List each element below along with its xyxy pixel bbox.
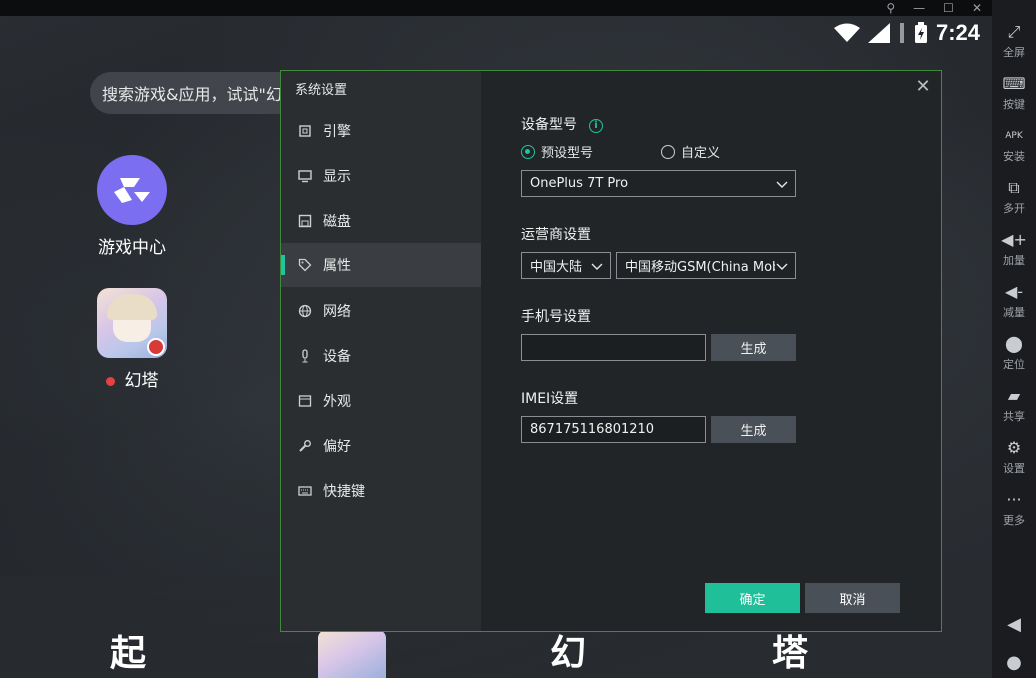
minimize-icon[interactable]: — [913,2,925,14]
device-model-select[interactable]: OnePlus 7T Pro [521,170,796,197]
country-select[interactable]: 中国大陆 [521,252,611,279]
menu-item-disk[interactable]: 磁盘 [281,199,481,243]
volume-down-icon: ◀- [1004,282,1024,301]
keyboard-icon [297,483,313,499]
phone-label: 手机号设置 [521,309,591,325]
new-indicator-dot [105,376,115,386]
sidebar-item-location[interactable]: ⬤ 定位 [992,334,1036,372]
maximize-icon[interactable]: ☐ [943,2,954,14]
battery-icon [914,22,927,43]
keyboard-icon: ⌨ [1002,74,1026,93]
menu-item-engine[interactable]: 引擎 [281,109,481,153]
multi-instance-icon: ⧉ [1008,178,1020,197]
dialog-title: 系统设置 [295,83,348,98]
status-bar: 7:24 [833,20,980,46]
app-label: 幻塔 [82,366,182,391]
home-nav-icon[interactable]: ● [992,652,1036,673]
sidebar-item-keys[interactable]: ⌨ 按键 [992,74,1036,112]
sidebar-item-install[interactable]: APK 安装 [992,126,1036,164]
more-icon: ··· [1006,490,1022,509]
window-top-strip [0,0,992,16]
signal-icon [867,23,890,43]
menu-item-device[interactable]: 设备 [281,334,481,378]
folder-icon: ▰ [1007,386,1021,405]
game-center-icon [97,155,167,225]
menu-item-appearance[interactable]: 外观 [281,379,481,423]
wrench-icon [297,438,313,454]
disk-icon [297,213,313,229]
app-huanta[interactable]: 幻塔 [82,288,182,391]
phone-input[interactable] [521,334,706,361]
apk-icon: APK [1005,131,1023,141]
sidebar-item-settings[interactable]: ⚙ 设置 [992,438,1036,476]
wifi-icon [833,23,860,42]
menu-item-network[interactable]: 网络 [281,289,481,333]
chip-icon [297,123,313,139]
app-label: 游戏中心 [98,238,166,258]
monitor-icon [297,168,313,184]
sidebar-item-volume-up[interactable]: ◀+ 加量 [992,230,1036,268]
huanta-app-icon [97,288,167,358]
system-settings-dialog: 系统设置 引擎 显示 磁盘 属性 网络 设备 外观 偏好 快捷键 ✕ 设备型号 … [280,70,942,632]
pin-icon[interactable]: ⚲ [886,2,895,14]
chevron-down-icon [590,259,604,273]
carrier-label: 运营商设置 [521,227,591,243]
gear-icon: ⚙ [1006,438,1022,457]
chevron-down-icon [775,177,789,191]
clock: 7:24 [935,20,980,45]
tag-icon [297,257,313,273]
radio-unchecked-icon [661,144,675,159]
imei-input[interactable]: 867175116801210 [521,416,706,443]
sidebar-item-multi[interactable]: ⧉ 多开 [992,178,1036,216]
sidebar-item-volume-down[interactable]: ◀- 减量 [992,282,1036,320]
generate-imei-button[interactable]: 生成 [711,416,796,443]
settings-menu: 系统设置 引擎 显示 磁盘 属性 网络 设备 外观 偏好 快捷键 [281,71,481,631]
volume-up-icon: ◀+ [1001,230,1027,249]
search-placeholder: 搜索游戏&应用，试试"幻 [102,85,282,104]
menu-item-shortcuts[interactable]: 快捷键 [281,469,481,513]
radio-checked-icon [521,144,535,159]
back-nav-icon[interactable]: ◀ [992,614,1036,635]
microphone-icon [297,348,313,364]
imei-label: IMEI设置 [521,391,579,407]
menu-item-properties[interactable]: 属性 [281,243,481,287]
app-badge-icon [147,338,165,356]
close-icon[interactable]: ✕ [972,2,982,14]
menu-item-display[interactable]: 显示 [281,154,481,198]
device-model-label: 设备型号 i [521,114,603,134]
menu-item-preferences[interactable]: 偏好 [281,424,481,468]
dock-item[interactable]: 起 [110,624,146,676]
generate-phone-button[interactable]: 生成 [711,334,796,361]
radio-custom-model[interactable]: 自定义 [661,142,720,161]
sidebar-item-more[interactable]: ··· 更多 [992,490,1036,528]
dock-game-thumbnail[interactable] [318,630,386,678]
sidebar-item-fullscreen[interactable]: ⤢ 全屏 [992,22,1036,60]
window-icon [297,393,313,409]
location-icon: ⬤ [1005,334,1023,353]
close-icon[interactable]: ✕ [913,77,933,97]
cancel-button[interactable]: 取消 [805,583,900,613]
window-controls: ⚲ — ☐ ✕ [886,0,982,16]
settings-panel: ✕ 设备型号 i 预设型号 自定义 OnePlus 7T Pro 运营商设置 中国… [481,71,941,631]
app-game-center[interactable]: 游戏中心 [82,155,182,258]
emulator-sidebar: ⤢ 全屏 ⌨ 按键 APK 安装 ⧉ 多开 ◀+ 加量 ◀- 减量 ⬤ 定位 ▰… [992,0,1036,678]
operator-select[interactable]: 中国移动GSM(China Mobi [616,252,796,279]
sidebar-item-share[interactable]: ▰ 共享 [992,386,1036,424]
confirm-button[interactable]: 确定 [705,583,800,613]
globe-icon [297,303,313,319]
chevron-down-icon [775,259,789,273]
radio-preset-model[interactable]: 预设型号 [521,142,593,161]
fullscreen-icon: ⤢ [1007,22,1021,41]
info-icon[interactable]: i [589,119,603,133]
